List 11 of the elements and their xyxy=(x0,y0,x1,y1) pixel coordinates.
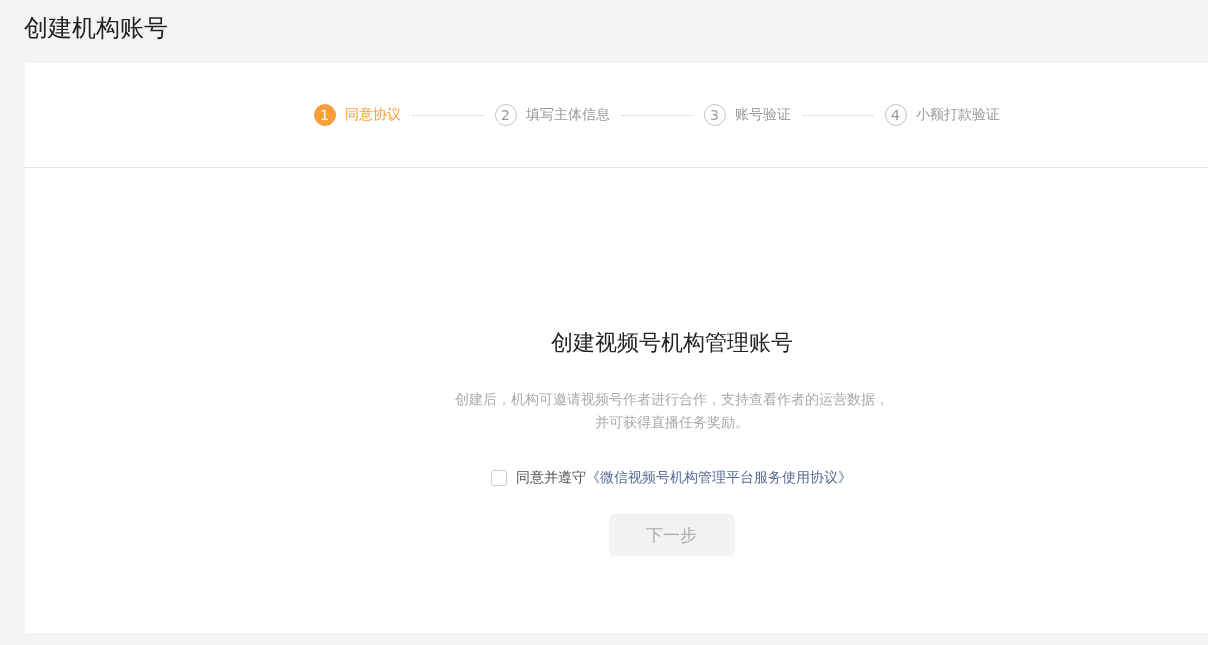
heading: 创建视频号机构管理账号 xyxy=(550,329,793,357)
agreement-link[interactable]: 《微信视频号机构管理平台服务使用协议》 xyxy=(586,469,852,487)
page-title: 创建机构账号 xyxy=(24,13,169,44)
agreement-checkbox[interactable] xyxy=(491,470,507,486)
step-number: 1 xyxy=(313,104,336,126)
step-label: 填写主体信息 xyxy=(525,106,610,124)
agreement-label: 同意并遵守 xyxy=(516,469,586,487)
step-label: 小额打款验证 xyxy=(915,106,1000,124)
step-label: 同意协议 xyxy=(344,106,401,124)
step-label: 账号验证 xyxy=(734,106,791,124)
description: 创建后，机构可邀请视频号作者进行合作，支持查看作者的运营数据，并可获得直播任务奖励。 xyxy=(453,390,890,432)
